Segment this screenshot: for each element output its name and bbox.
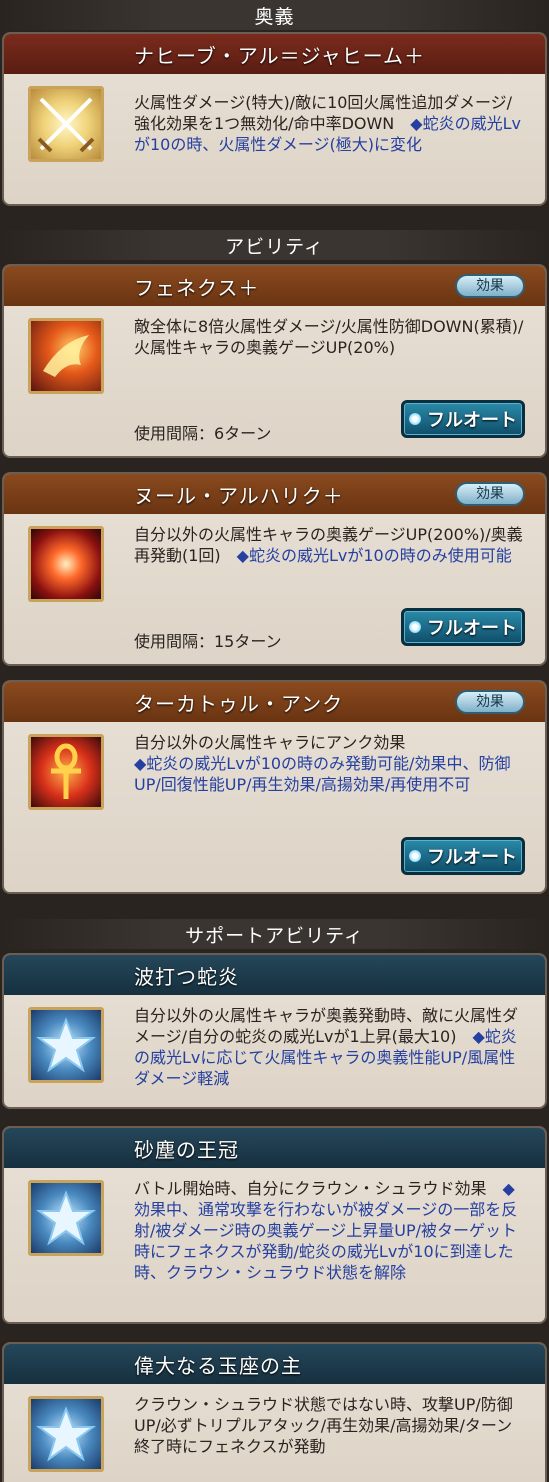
full-auto-label: フルオート [427,618,517,639]
support-name: 砂塵の王冠 [134,1138,239,1162]
desc-main: 敵全体に8倍火属性ダメージ/火属性防御DOWN(累積)/火属性キャラの奥義ゲージ… [134,317,524,357]
full-auto-button[interactable]: フルオート [401,608,525,646]
desc-main: 自分以外の火属性キャラが奥義発動時、敵に火属性ダメージ/自分の蛇炎の威光Lvが1… [134,1006,519,1046]
full-auto-button[interactable]: フルオート [401,400,525,438]
desc-main: クラウン・シュラウド状態ではない時、攻撃UP/防御UP/必ずトリプルアタック/再… [134,1395,513,1456]
ability-description: 自分以外の火属性キャラにアンク効果 ◆蛇炎の威光Lvが10の時のみ発動可能/効果中… [134,732,527,795]
section-header-ability: アビリティ [0,230,549,260]
ability-description: 自分以外の火属性キャラの奥義ゲージUP(200%)/奥義再発動(1回) ◆蛇炎の… [134,524,527,566]
support-name: 波打つ蛇炎 [134,965,239,989]
section-header-ougi: 奥義 [0,0,549,30]
cooldown-text: 使用間隔：6ターン [134,424,272,443]
effect-button[interactable]: 効果 [455,482,525,506]
star-icon [28,1007,104,1083]
desc-main: バトル開始時、自分にクラウン・シュラウド効果 [134,1179,503,1198]
effect-button[interactable]: 効果 [455,274,525,298]
ougi-description: 火属性ダメージ(特大)/敵に10回火属性追加ダメージ/強化効果を1つ無効化/命中… [134,92,527,155]
full-auto-button[interactable]: フルオート [401,837,525,875]
support-card-1: 波打つ蛇炎 自分以外の火属性キャラが奥義発動時、敵に火属性ダメージ/自分の蛇炎の… [2,953,547,1109]
auto-dot-icon [409,850,421,862]
card-title-bar [4,955,545,995]
section-header-support: サポートアビリティ [0,919,549,949]
ougi-card: ナヒーブ・アル＝ジャヒーム＋ 火属性ダメージ(特大)/敵に10回火属性追加ダメー… [2,32,547,206]
ability-name: ヌール・アルハリク＋ [134,484,344,508]
ougi-name: ナヒーブ・アル＝ジャヒーム＋ [134,44,425,68]
ability-card-2: ヌール・アルハリク＋ 効果 自分以外の火属性キャラの奥義ゲージUP(200%)/… [2,472,547,666]
auto-dot-icon [409,413,421,425]
ability-card-1: フェネクス＋ 効果 敵全体に8倍火属性ダメージ/火属性防御DOWN(累積)/火属… [2,264,547,458]
desc-main: 自分以外の火属性キャラにアンク効果 [134,733,406,752]
ability-name: ターカトゥル・アンク [134,692,344,716]
auto-dot-icon [409,621,421,633]
ability-card-3: ターカトゥル・アンク 効果 自分以外の火属性キャラにアンク効果 ◆蛇炎の威光Lvが… [2,680,547,894]
cooldown-text: 使用間隔：15ターン [134,632,282,651]
support-name: 偉大なる玉座の主 [134,1354,302,1378]
full-auto-label: フルオート [427,410,517,431]
ankh-icon [28,734,104,810]
section-title: サポートアビリティ [185,924,364,947]
support-description: 自分以外の火属性キャラが奥義発動時、敵に火属性ダメージ/自分の蛇炎の威光Lvが1… [134,1005,527,1089]
star-icon [28,1396,104,1472]
full-auto-label: フルオート [427,847,517,868]
fire-orb-icon [28,526,104,602]
ability-description: 敵全体に8倍火属性ダメージ/火属性防御DOWN(累積)/火属性キャラの奥義ゲージ… [134,316,527,358]
card-title-bar [4,1128,545,1168]
support-description: バトル開始時、自分にクラウン・シュラウド効果 ◆効果中、通常攻撃を行わないが被ダ… [134,1178,527,1283]
support-card-2: 砂塵の王冠 バトル開始時、自分にクラウン・シュラウド効果 ◆効果中、通常攻撃を行… [2,1126,547,1324]
crossed-swords-icon [28,86,104,162]
star-icon [28,1180,104,1256]
support-card-3: 偉大なる玉座の主 クラウン・シュラウド状態ではない時、攻撃UP/防御UP/必ずト… [2,1342,547,1482]
phoenix-icon [28,318,104,394]
desc-note: ◆蛇炎の威光Lvが10の時のみ使用可能 [236,546,512,565]
effect-button[interactable]: 効果 [455,690,525,714]
support-description: クラウン・シュラウド状態ではない時、攻撃UP/防御UP/必ずトリプルアタック/再… [134,1394,527,1457]
section-title: アビリティ [225,235,324,258]
ability-name: フェネクス＋ [134,276,260,300]
section-title: 奥義 [254,5,295,28]
desc-note: ◆蛇炎の威光Lvが10の時のみ発動可能/効果中、防御UP/回復性能UP/再生効果… [134,754,511,794]
